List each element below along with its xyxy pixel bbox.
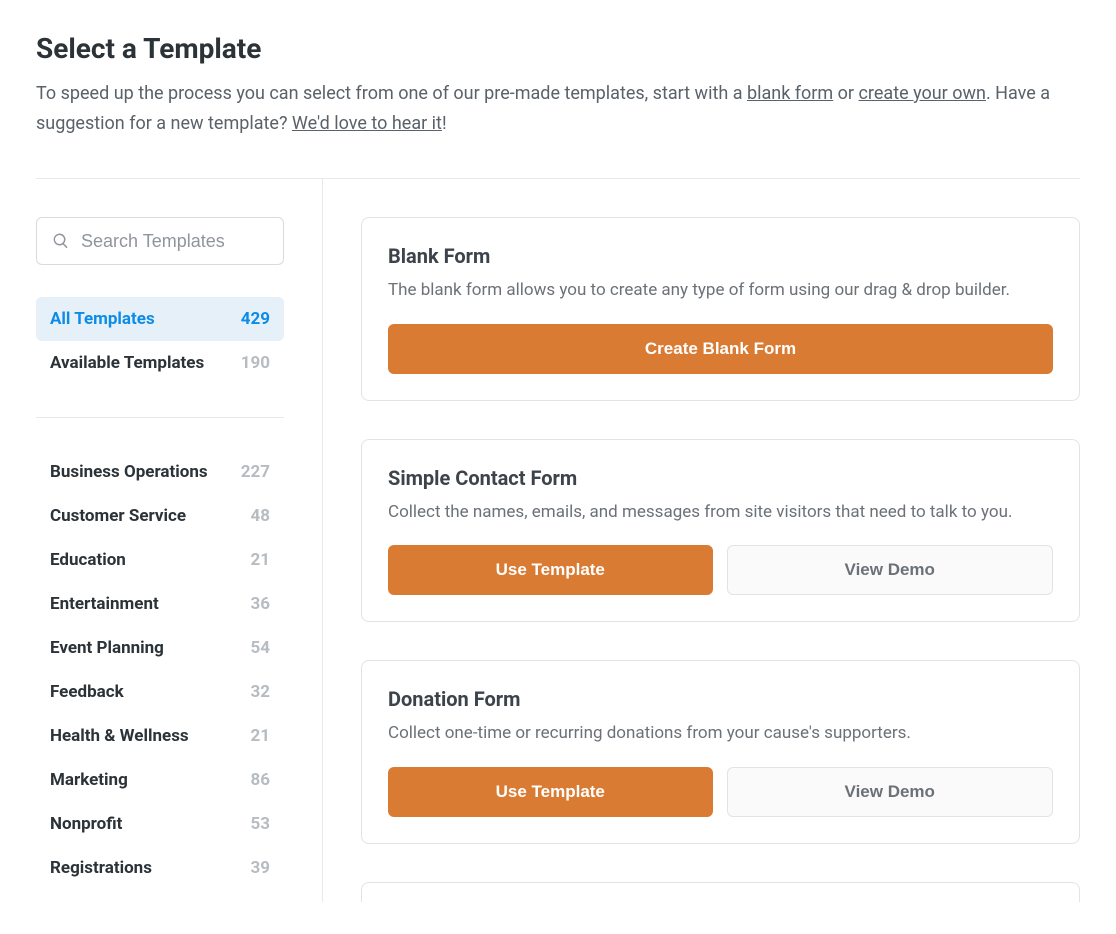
category-label: Marketing — [50, 770, 128, 790]
category-count: 36 — [250, 594, 270, 614]
category-item[interactable]: Customer Service 48 — [36, 494, 284, 538]
use-template-button[interactable]: Use Template — [388, 545, 713, 595]
category-count: 48 — [250, 506, 270, 526]
template-card — [361, 882, 1080, 902]
category-count: 53 — [250, 814, 270, 834]
category-item[interactable]: Education 21 — [36, 538, 284, 582]
category-item[interactable]: Feedback 32 — [36, 670, 284, 714]
category-label: Education — [50, 550, 126, 570]
template-description: Collect the names, emails, and messages … — [388, 500, 1053, 526]
category-count: 39 — [250, 858, 270, 878]
group-count: 190 — [241, 353, 270, 373]
template-card: Blank Form The blank form allows you to c… — [361, 217, 1080, 401]
subtitle-text-pre: To speed up the process you can select f… — [36, 83, 747, 104]
category-item[interactable]: Marketing 86 — [36, 758, 284, 802]
blank-form-link[interactable]: blank form — [747, 83, 833, 104]
template-card: Donation Form Collect one-time or recurri… — [361, 660, 1080, 844]
category-label: Event Planning — [50, 638, 164, 658]
category-label: Customer Service — [50, 506, 186, 526]
search-wrap — [36, 217, 284, 265]
template-title: Simple Contact Form — [388, 466, 1053, 490]
search-icon — [52, 232, 70, 250]
category-label: Registrations — [50, 858, 152, 878]
feedback-link[interactable]: We'd love to hear it — [292, 113, 442, 134]
group-item[interactable]: All Templates 429 — [36, 297, 284, 341]
template-title: Donation Form — [388, 687, 1053, 711]
search-input[interactable] — [36, 217, 284, 265]
category-count: 86 — [250, 770, 270, 790]
template-actions: Use Template View Demo — [388, 545, 1053, 595]
category-item[interactable]: Health & Wellness 21 — [36, 714, 284, 758]
sidebar-divider — [36, 417, 284, 418]
category-item[interactable]: Registrations 39 — [36, 846, 284, 890]
use-template-button[interactable]: Use Template — [388, 767, 713, 817]
view-demo-button[interactable]: View Demo — [727, 767, 1054, 817]
category-label: Business Operations — [50, 462, 208, 482]
group-count: 429 — [241, 309, 270, 329]
category-item[interactable]: Event Planning 54 — [36, 626, 284, 670]
template-actions: Use Template View Demo — [388, 767, 1053, 817]
category-count: 54 — [250, 638, 270, 658]
main-content: Blank Form The blank form allows you to c… — [323, 179, 1080, 902]
template-description: The blank form allows you to create any … — [388, 278, 1053, 304]
group-list: All Templates 429 Available Templates 190 — [36, 297, 322, 385]
template-title: Blank Form — [388, 244, 1053, 268]
category-count: 227 — [241, 462, 270, 482]
template-description: Collect one-time or recurring donations … — [388, 721, 1053, 747]
group-label: All Templates — [50, 309, 155, 329]
category-item[interactable]: Nonprofit 53 — [36, 802, 284, 846]
category-count: 21 — [250, 550, 270, 570]
category-label: Nonprofit — [50, 814, 122, 834]
category-label: Health & Wellness — [50, 726, 189, 746]
view-demo-button[interactable]: View Demo — [727, 545, 1054, 595]
page-title: Select a Template — [36, 32, 1080, 65]
group-label: Available Templates — [50, 353, 204, 373]
template-actions: Create Blank Form — [388, 324, 1053, 374]
subtitle-text-post: ! — [442, 113, 447, 134]
subtitle-text-mid1: or — [833, 83, 858, 104]
layout: All Templates 429 Available Templates 190 B… — [36, 179, 1080, 902]
create-blank-form-button[interactable]: Create Blank Form — [388, 324, 1053, 374]
category-label: Entertainment — [50, 594, 159, 614]
sidebar: All Templates 429 Available Templates 190 B… — [36, 179, 323, 902]
category-list: Business Operations 227 Customer Service 48… — [36, 450, 322, 890]
category-count: 21 — [250, 726, 270, 746]
group-item[interactable]: Available Templates 190 — [36, 341, 284, 385]
category-item[interactable]: Business Operations 227 — [36, 450, 284, 494]
create-your-own-link[interactable]: create your own — [859, 83, 986, 104]
category-item[interactable]: Entertainment 36 — [36, 582, 284, 626]
page-subtitle: To speed up the process you can select f… — [36, 79, 1080, 138]
template-card: Simple Contact Form Collect the names, em… — [361, 439, 1080, 623]
category-label: Feedback — [50, 682, 124, 702]
category-count: 32 — [250, 682, 270, 702]
